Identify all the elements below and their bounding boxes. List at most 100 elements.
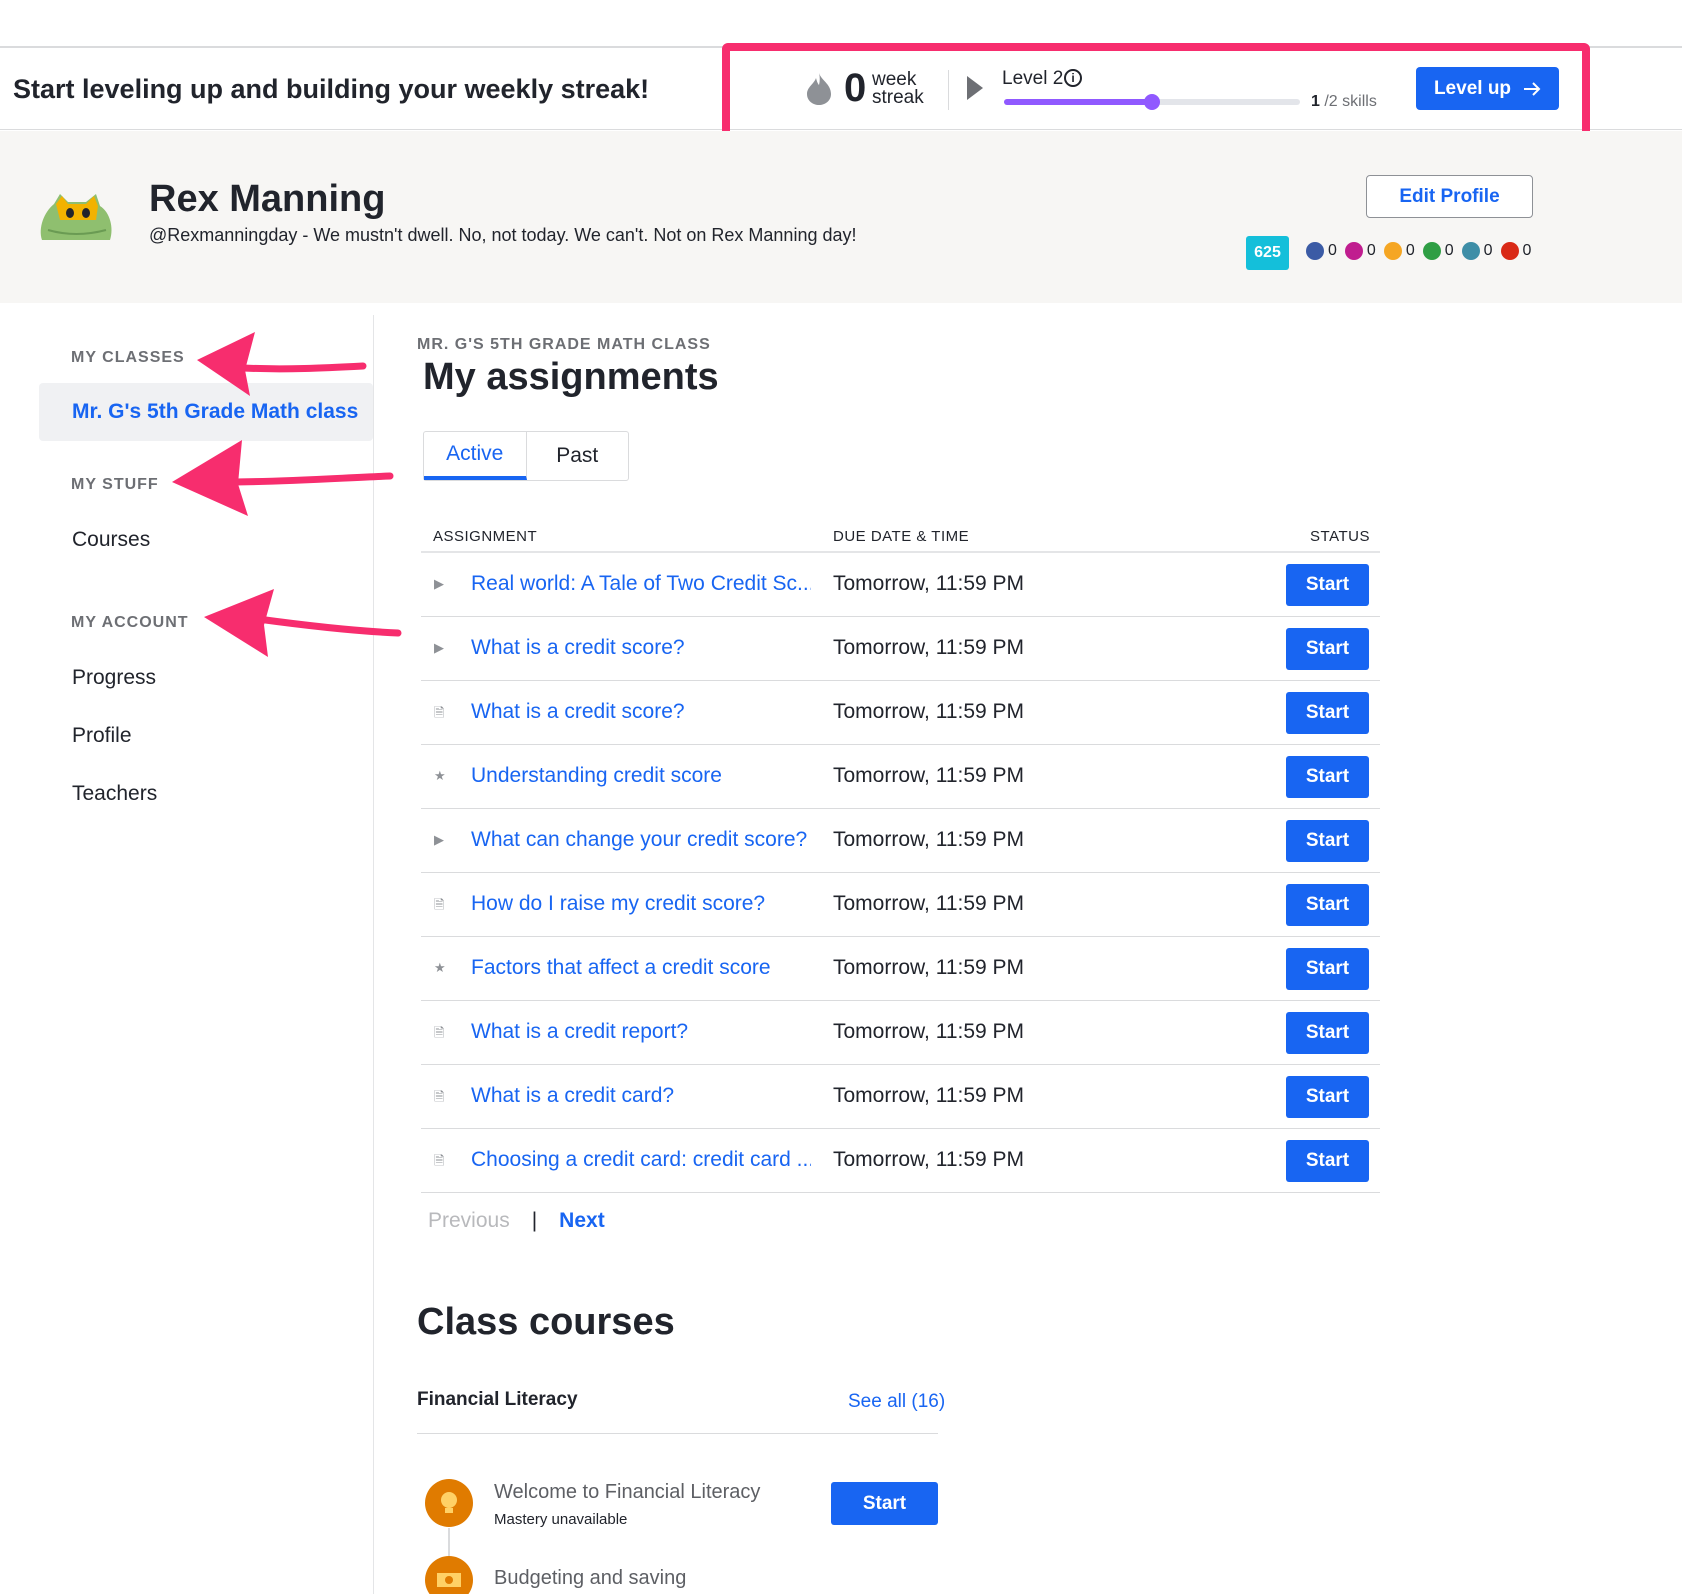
annotation-arrow-classes (197, 332, 367, 396)
badge-count: 0 (1483, 242, 1493, 259)
assignment-title-link[interactable]: What is a credit report? (471, 1020, 688, 1044)
badge-count-item: 0 (1306, 242, 1337, 260)
meteorite-badge-icon (1306, 242, 1324, 260)
article-icon: 🗎 (434, 705, 445, 720)
table-row: 🗎 What is a credit report? Tomorrow, 11:59… (421, 1001, 1380, 1065)
article-icon: 🗎 (434, 1153, 445, 1168)
assignment-due-date: Tomorrow, 11:59 PM (833, 572, 1025, 595)
unit-title-budgeting[interactable]: Budgeting and saving (494, 1567, 686, 1590)
badge-count-item: 0 (1344, 242, 1376, 260)
profile-bio: @Rexmanningday - We mustn't dwell. No, n… (149, 225, 857, 245)
assignment-title-link[interactable]: Understanding credit score (471, 764, 722, 788)
black-hole-badge-icon (1461, 242, 1480, 260)
assignments-table: ASSIGNMENT DUE DATE & TIME STATUS ▶ Real … (421, 524, 1380, 1193)
table-row: ▶ What can change your credit score? Tomor… (421, 809, 1380, 873)
start-button[interactable]: Start (1286, 1012, 1369, 1054)
annotation-highlight-box (722, 43, 1590, 139)
assignment-title-link[interactable]: Choosing a credit card: credit card ... (471, 1148, 811, 1172)
energy-points-badge: 625 (1246, 236, 1289, 270)
table-row: ★ Factors that affect a credit score Tomor… (421, 937, 1380, 1001)
exercise-star-icon: ★ (434, 768, 446, 783)
sun-badge-icon (1422, 242, 1441, 260)
assignment-due-date: Tomorrow, 11:59 PM (833, 1148, 1025, 1171)
sidebar-item-progress[interactable]: Progress (72, 666, 156, 690)
badge-count: 0 (1366, 242, 1376, 259)
previous-page-link[interactable]: Previous (428, 1209, 510, 1233)
table-row: ▶ Real world: A Tale of Two Credit Sc... T… (421, 553, 1380, 617)
tab-past[interactable]: Past (527, 432, 629, 480)
assignment-due-date: Tomorrow, 11:59 PM (833, 636, 1025, 659)
lightbulb-icon (425, 1479, 473, 1527)
article-icon: 🗎 (434, 1025, 445, 1040)
start-button[interactable]: Start (1286, 820, 1369, 862)
sidebar-item-class-label[interactable]: Mr. G's 5th Grade Math class (72, 400, 358, 424)
table-row: ★ Understanding credit score Tomorrow, 11:… (421, 745, 1380, 809)
column-due-date: DUE DATE & TIME (833, 528, 970, 545)
assignment-title-link[interactable]: How do I raise my credit score? (471, 892, 765, 916)
edit-profile-button[interactable]: Edit Profile (1366, 175, 1533, 218)
see-all-link[interactable]: See all (16) (848, 1391, 945, 1413)
assignment-due-date: Tomorrow, 11:59 PM (833, 700, 1025, 723)
pagination: Previous | Next (428, 1209, 605, 1233)
video-icon: ▶ (434, 576, 444, 591)
badge-count-item: 0 (1500, 242, 1532, 260)
assignment-due-date: Tomorrow, 11:59 PM (833, 1084, 1025, 1107)
page-title: My assignments (423, 356, 719, 398)
sidebar-heading-my-stuff: MY STUFF (71, 476, 159, 493)
start-button[interactable]: Start (1286, 756, 1369, 798)
table-header: ASSIGNMENT DUE DATE & TIME STATUS (421, 524, 1380, 553)
start-button[interactable]: Start (1286, 564, 1369, 606)
article-icon: 🗎 (434, 1089, 445, 1104)
start-button[interactable]: Start (1286, 884, 1369, 926)
unit-connector (448, 1528, 450, 1556)
badge-count: 0 (1405, 242, 1415, 259)
article-icon: 🗎 (434, 897, 445, 912)
assignment-due-date: Tomorrow, 11:59 PM (833, 1020, 1025, 1043)
annotation-arrow-stuff (172, 440, 394, 516)
table-row: 🗎 How do I raise my credit score? Tomorrow… (421, 873, 1380, 937)
start-button[interactable]: Start (1286, 628, 1369, 670)
next-page-link[interactable]: Next (559, 1209, 605, 1233)
exercise-star-icon: ★ (434, 960, 446, 975)
avatar[interactable] (38, 190, 114, 246)
assignment-title-link[interactable]: Factors that affect a credit score (471, 956, 771, 980)
badge-count: 0 (1522, 242, 1532, 259)
assignment-title-link[interactable]: Real world: A Tale of Two Credit Sc... (471, 572, 811, 596)
unit-start-button[interactable]: Start (831, 1482, 938, 1525)
unit-title-welcome[interactable]: Welcome to Financial Literacy (494, 1481, 760, 1504)
badge-count: 0 (1328, 242, 1337, 259)
column-assignment: ASSIGNMENT (433, 528, 538, 545)
table-row: 🗎 What is a credit score? Tomorrow, 11:59 … (421, 681, 1380, 745)
class-label: MR. G'S 5TH GRADE MATH CLASS (417, 336, 711, 353)
moon-badge-icon (1344, 242, 1363, 260)
badge-count-item: 0 (1461, 242, 1493, 260)
start-button[interactable]: Start (1286, 948, 1369, 990)
sidebar-item-courses[interactable]: Courses (72, 528, 150, 552)
assignment-due-date: Tomorrow, 11:59 PM (833, 828, 1025, 851)
challenge-patch-icon (1500, 242, 1519, 260)
badge-count: 0 (1444, 242, 1454, 259)
badge-count-item: 0 (1383, 242, 1415, 260)
assignment-title-link[interactable]: What is a credit card? (471, 1084, 674, 1108)
earth-badge-icon (1383, 242, 1402, 260)
assignment-title-link[interactable]: What can change your credit score? (471, 828, 807, 852)
badge-count-item: 0 (1422, 242, 1454, 260)
money-icon (425, 1556, 473, 1594)
sidebar-item-teachers[interactable]: Teachers (72, 782, 157, 806)
annotation-arrow-account (204, 589, 402, 657)
assignment-due-date: Tomorrow, 11:59 PM (833, 956, 1025, 979)
assignment-title-link[interactable]: What is a credit score? (471, 636, 685, 660)
unit-mastery-status: Mastery unavailable (494, 1511, 628, 1528)
video-icon: ▶ (434, 640, 444, 655)
start-button[interactable]: Start (1286, 1076, 1369, 1118)
tab-active[interactable]: Active (424, 432, 527, 480)
table-row: 🗎 What is a credit card? Tomorrow, 11:59 P… (421, 1065, 1380, 1129)
start-button[interactable]: Start (1286, 1140, 1369, 1182)
start-button[interactable]: Start (1286, 692, 1369, 734)
column-status: STATUS (1310, 528, 1370, 545)
streak-banner-message: Start leveling up and building your week… (13, 74, 650, 104)
sidebar-item-profile[interactable]: Profile (72, 724, 132, 748)
course-divider (417, 1433, 938, 1434)
assignment-title-link[interactable]: What is a credit score? (471, 700, 685, 724)
assignment-due-date: Tomorrow, 11:59 PM (833, 764, 1025, 787)
